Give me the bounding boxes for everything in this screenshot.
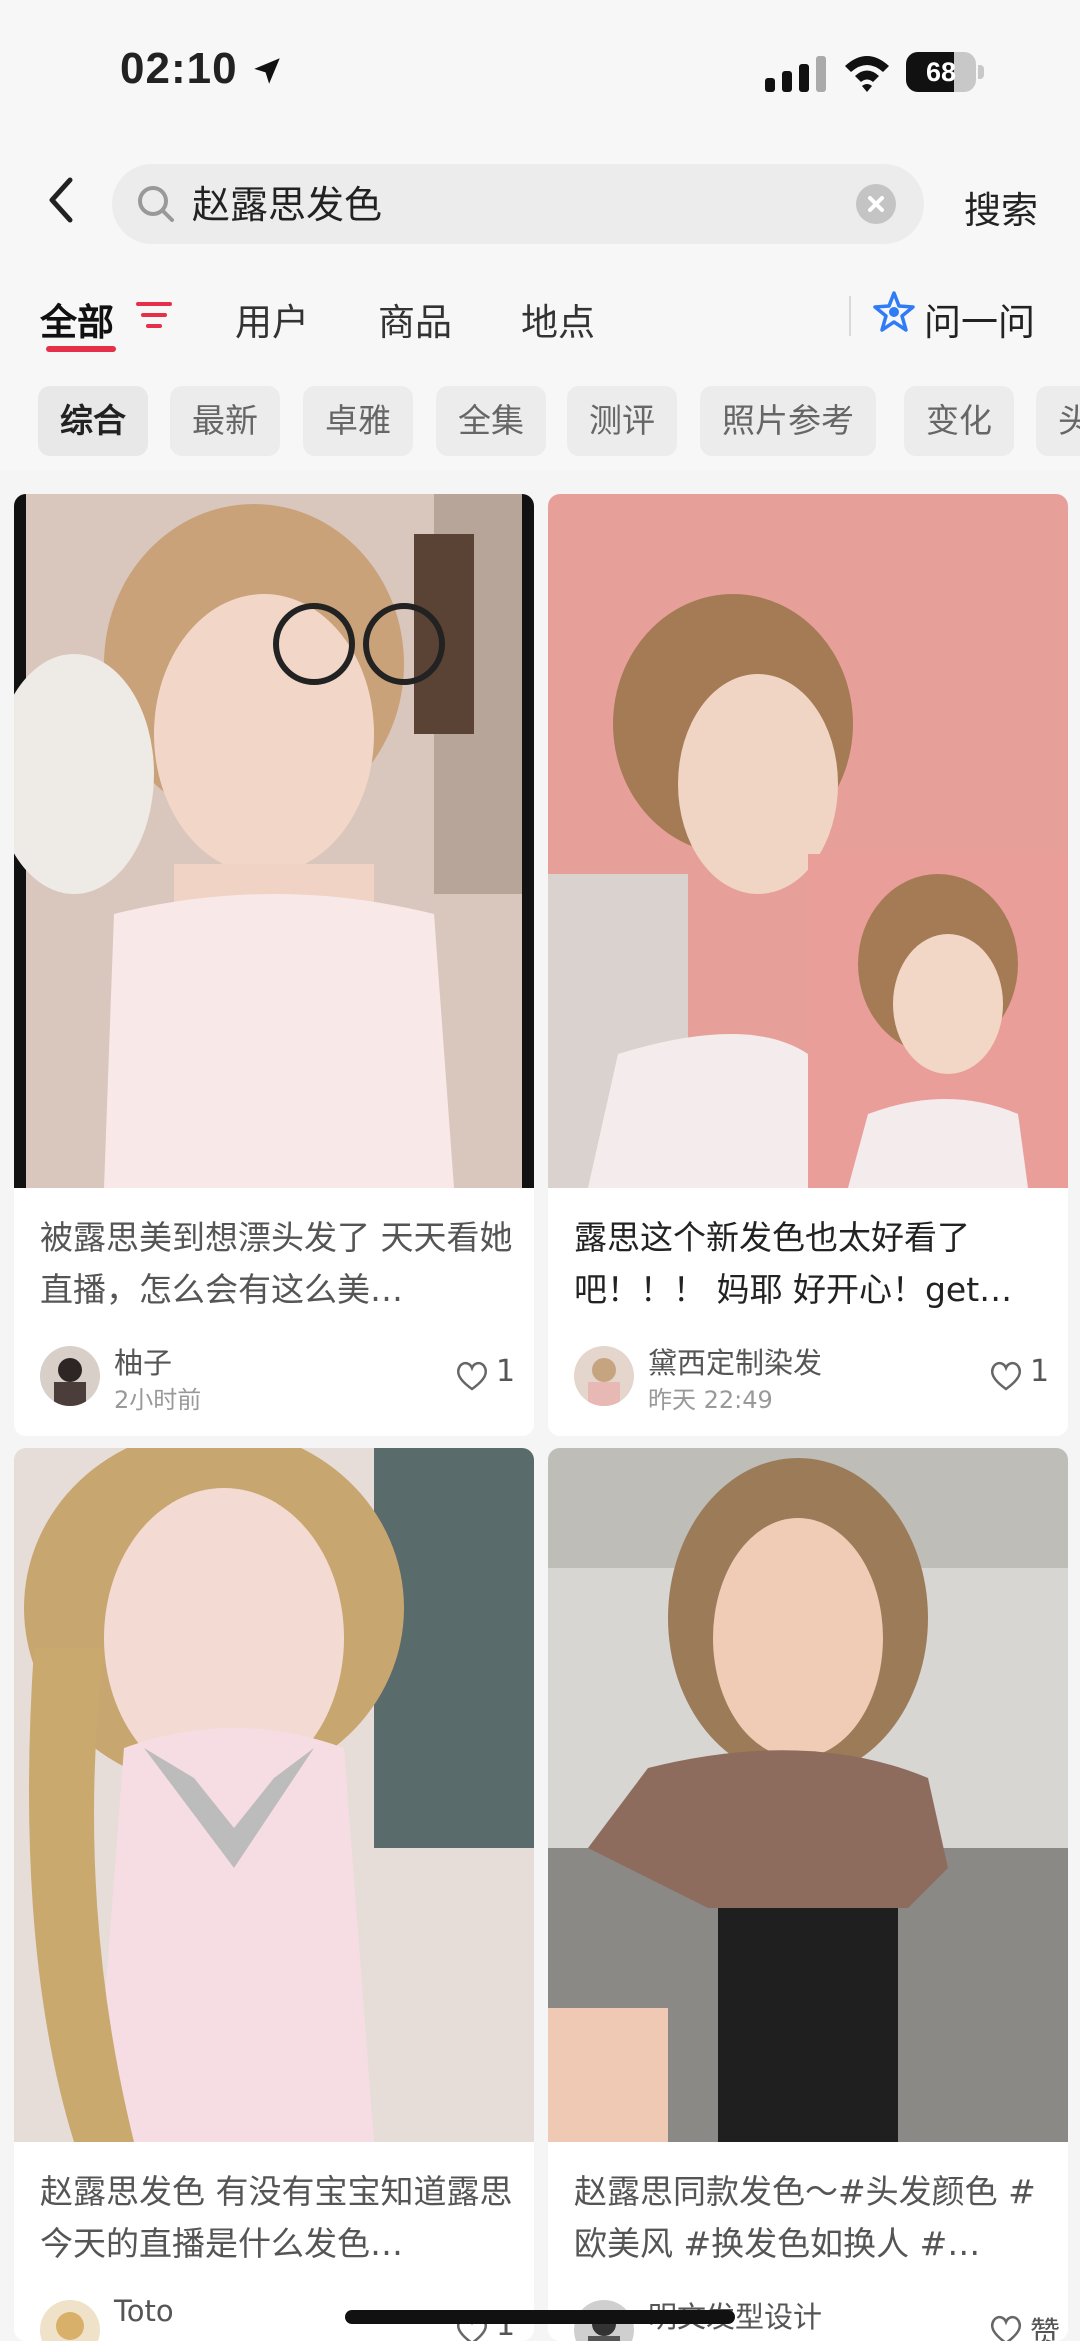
active-tab-indicator bbox=[46, 346, 116, 352]
chip-comprehensive[interactable]: 综合 bbox=[38, 386, 148, 456]
post-image[interactable] bbox=[548, 1448, 1068, 2142]
chip-latest[interactable]: 最新 bbox=[170, 386, 280, 456]
post-card[interactable]: 赵露思发色 有没有宝宝知道露思今天的直播是什么发色… Toto 1 bbox=[14, 1448, 534, 2341]
battery-icon: 68 bbox=[906, 52, 984, 92]
battery-percent: 68 bbox=[925, 57, 957, 87]
search-input[interactable] bbox=[190, 164, 794, 246]
post-time: 昨天 22:49 bbox=[648, 1386, 773, 1414]
filter-icon[interactable] bbox=[136, 300, 172, 330]
ask-button[interactable]: 问一问 bbox=[924, 292, 1035, 346]
post-card[interactable]: 被露思美到想漂头发了 天天看她直播，怎么会有这么美… 柚子 2小时前 1 bbox=[14, 494, 534, 1436]
post-author[interactable]: Toto bbox=[114, 2294, 174, 2328]
home-indicator[interactable] bbox=[345, 2310, 735, 2324]
post-card[interactable]: 露思这个新发色也太好看了吧！！！ 妈耶 好开心！get… 黛西定制染发 昨天 2… bbox=[548, 494, 1068, 1436]
post-card[interactable]: 赵露思同款发色～#头发颜色 #欧美风 #换发色如换人 #… 明文发型设计 赞 bbox=[548, 1448, 1068, 2341]
chip-review[interactable]: 测评 bbox=[567, 386, 677, 456]
location-arrow-icon bbox=[254, 58, 280, 84]
wifi-icon bbox=[845, 56, 889, 92]
cellular-signal-icon bbox=[765, 56, 826, 92]
post-image[interactable] bbox=[14, 494, 534, 1188]
status-bar: 02:10 68 bbox=[0, 0, 1080, 140]
chip-zhuoya[interactable]: 卓雅 bbox=[303, 386, 413, 456]
heart-icon[interactable] bbox=[454, 1360, 490, 1392]
tab-places[interactable]: 地点 bbox=[521, 292, 595, 346]
search-box[interactable] bbox=[112, 164, 924, 246]
post-author[interactable]: 黛西定制染发 bbox=[648, 1340, 822, 1382]
avatar[interactable] bbox=[40, 1346, 100, 1406]
post-image[interactable] bbox=[14, 1448, 534, 2142]
chip-photo-reference[interactable]: 照片参考 bbox=[700, 386, 876, 456]
post-image[interactable] bbox=[548, 494, 1068, 1188]
search-header: 搜索 bbox=[0, 140, 1080, 260]
tab-users[interactable]: 用户 bbox=[235, 292, 309, 346]
back-chevron-icon[interactable] bbox=[38, 170, 88, 230]
post-title[interactable]: 露思这个新发色也太好看了吧！！！ 妈耶 好开心！get… bbox=[574, 1212, 1049, 1316]
like-count: 1 bbox=[496, 1354, 516, 1389]
tab-all[interactable]: 全部 bbox=[40, 292, 114, 346]
sparkle-star-icon[interactable] bbox=[872, 290, 916, 334]
heart-icon[interactable] bbox=[988, 1360, 1024, 1392]
like-count: 1 bbox=[1030, 1354, 1050, 1389]
status-time: 02:10 bbox=[120, 44, 238, 93]
chip-partial[interactable]: 头 bbox=[1036, 386, 1080, 456]
post-title[interactable]: 赵露思同款发色～#头发颜色 #欧美风 #换发色如换人 #… bbox=[574, 2166, 1049, 2270]
post-title[interactable]: 赵露思发色 有没有宝宝知道露思今天的直播是什么发色… bbox=[40, 2166, 515, 2270]
like-count: 赞 bbox=[1030, 2316, 1060, 2341]
avatar[interactable] bbox=[574, 1346, 634, 1406]
divider bbox=[849, 296, 851, 336]
clear-search-icon[interactable] bbox=[856, 184, 896, 224]
filter-chips: 综合 最新 卓雅 全集 测评 照片参考 变化 头 bbox=[0, 370, 1080, 470]
post-author[interactable]: 柚子 bbox=[114, 1340, 172, 1382]
post-time: 2小时前 bbox=[114, 1386, 202, 1414]
chip-collection[interactable]: 全集 bbox=[436, 386, 546, 456]
chip-change[interactable]: 变化 bbox=[904, 386, 1014, 456]
search-icon bbox=[138, 186, 174, 222]
tab-products[interactable]: 商品 bbox=[378, 292, 452, 346]
post-title[interactable]: 被露思美到想漂头发了 天天看她直播，怎么会有这么美… bbox=[40, 1212, 515, 1316]
search-button[interactable]: 搜索 bbox=[964, 180, 1038, 234]
avatar[interactable] bbox=[40, 2300, 100, 2341]
result-tabs: 全部 用户 商品 地点 问一问 bbox=[0, 260, 1080, 370]
heart-icon[interactable] bbox=[988, 2314, 1024, 2341]
